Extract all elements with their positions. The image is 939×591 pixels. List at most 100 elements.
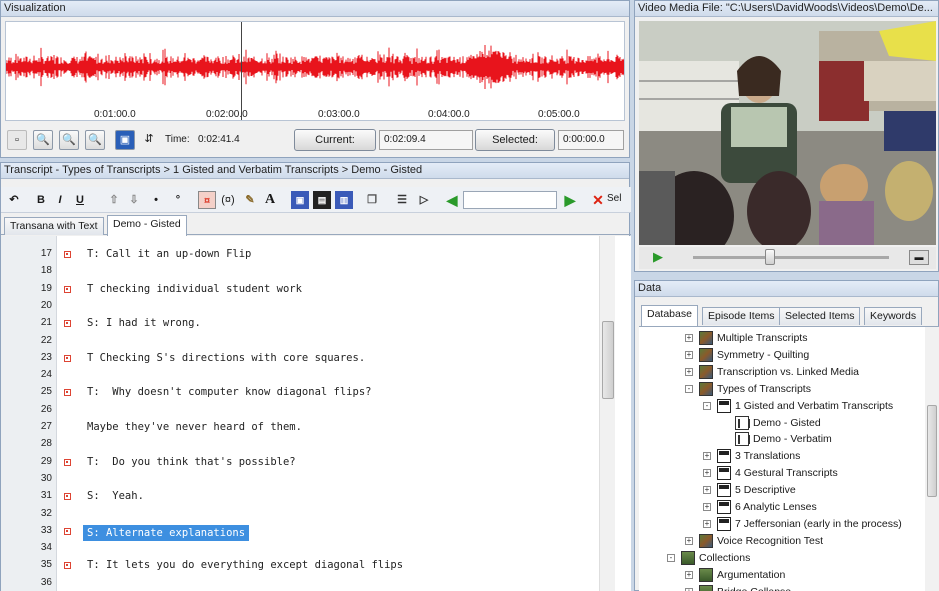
- transcript-line[interactable]: T: It lets you do everything except diag…: [87, 559, 403, 571]
- tree-node[interactable]: Demo - Verbatim: [639, 431, 923, 447]
- tree-scroll-thumb[interactable]: [927, 405, 937, 497]
- timecode-marker-icon[interactable]: [64, 251, 71, 258]
- falling-intonation-icon[interactable]: ⇩: [125, 191, 143, 209]
- play-icon[interactable]: ▶: [653, 250, 667, 264]
- video-position-slider[interactable]: [765, 249, 775, 265]
- expand-icon[interactable]: +: [703, 503, 711, 511]
- tab-keywords[interactable]: Keywords: [864, 307, 923, 325]
- tab-database[interactable]: Database: [641, 305, 698, 326]
- tree-node[interactable]: + Voice Recognition Test: [639, 533, 923, 549]
- timecode-marker-icon[interactable]: [64, 285, 71, 293]
- video-frame[interactable]: [639, 21, 936, 245]
- timecode-marker-icon[interactable]: [64, 354, 71, 362]
- transcript-line[interactable]: T Checking S's directions with core squa…: [87, 352, 365, 364]
- tree-node[interactable]: + Symmetry - Quilting: [639, 347, 923, 363]
- search-back-icon[interactable]: ◀: [443, 191, 461, 209]
- tree-node[interactable]: +7 Jeffersonian (early in the process): [639, 516, 923, 532]
- italic-icon[interactable]: I: [51, 191, 69, 209]
- tree-node[interactable]: +4 Gestural Transcripts: [639, 465, 923, 481]
- expand-icon[interactable]: +: [685, 334, 693, 342]
- transcript-pane: Transcript - Types of Transcripts > 1 Gi…: [0, 162, 631, 591]
- tree-node[interactable]: + Transcription vs. Linked Media: [639, 364, 923, 380]
- tab-episode-items[interactable]: Episode Items: [702, 307, 781, 325]
- timecode-marker-icon[interactable]: [64, 389, 71, 397]
- hidden-timecode-icon[interactable]: (¤): [219, 191, 237, 209]
- expand-icon[interactable]: +: [685, 367, 693, 376]
- tree-node[interactable]: + Argumentation: [639, 567, 923, 583]
- collapse-icon[interactable]: -: [703, 401, 711, 410]
- undo-icon[interactable]: ↶: [5, 191, 23, 209]
- media-icon[interactable]: ▣: [291, 191, 309, 209]
- timecode-marker-icon[interactable]: [64, 493, 71, 501]
- search-forward-icon[interactable]: ▶: [561, 191, 579, 209]
- expand-icon[interactable]: +: [703, 452, 711, 461]
- timecode-marker-icon[interactable]: [64, 562, 71, 570]
- current-button[interactable]: Current:: [294, 129, 376, 151]
- search-input[interactable]: [463, 191, 557, 209]
- expand-icon[interactable]: +: [685, 570, 693, 579]
- degree-icon[interactable]: °: [169, 191, 187, 209]
- filter-icon[interactable]: ▫: [7, 130, 27, 150]
- pencil-icon[interactable]: ✎: [241, 191, 259, 209]
- time-tick: 0:04:00.0: [428, 109, 470, 120]
- transcript-scrollbar[interactable]: [599, 236, 615, 591]
- transcript-scroll-thumb[interactable]: [602, 321, 614, 399]
- expand-icon[interactable]: +: [685, 350, 693, 359]
- refresh-icon[interactable]: ⇵: [139, 130, 159, 150]
- tree-node[interactable]: Demo - Gisted: [639, 415, 923, 431]
- bullet-icon[interactable]: •: [147, 191, 165, 209]
- font-icon[interactable]: A: [261, 191, 279, 209]
- selected-transcript-line[interactable]: S: Alternate explanations: [83, 524, 250, 541]
- zoom-out-icon[interactable]: 🔍: [59, 130, 79, 150]
- underline-icon[interactable]: U: [71, 191, 89, 209]
- timecode-marker-icon[interactable]: [64, 458, 71, 466]
- rising-intonation-icon[interactable]: ⇧: [105, 191, 123, 209]
- tree-node[interactable]: +3 Translations: [639, 448, 923, 464]
- zoom-in-icon[interactable]: 🔍: [33, 130, 53, 150]
- snapshot-icon[interactable]: ▬: [909, 250, 929, 265]
- tree-node[interactable]: +5 Descriptive: [639, 482, 923, 498]
- collapse-icon[interactable]: -: [685, 384, 693, 393]
- transcript-line[interactable]: T: Why doesn't computer know diagonal fl…: [87, 386, 371, 398]
- transcript-line[interactable]: T: Call it an up-down Flip: [87, 248, 251, 260]
- transcript-line[interactable]: T: Do you think that's possible?: [87, 456, 296, 468]
- transcript-line[interactable]: S: Yeah.: [87, 490, 144, 502]
- close-icon[interactable]: ✕: [589, 191, 607, 209]
- zoom-fit-icon[interactable]: 🔍: [85, 130, 105, 150]
- timecode-marker-icon[interactable]: [64, 527, 71, 535]
- video-position-track[interactable]: [693, 256, 889, 259]
- expand-icon[interactable]: +: [703, 469, 711, 478]
- multi-media-icon[interactable]: ▥: [335, 191, 353, 209]
- expand-icon[interactable]: +: [703, 486, 711, 495]
- expand-icon[interactable]: +: [685, 587, 693, 591]
- timecode-icon[interactable]: ¤: [198, 191, 216, 209]
- tree-node[interactable]: - 1 Gisted and Verbatim Transcripts: [639, 398, 923, 414]
- play-mode-icon[interactable]: ▷: [415, 191, 433, 209]
- save-icon[interactable]: ▣: [115, 130, 135, 150]
- transcript-line[interactable]: Maybe they've never heard of them.: [87, 421, 302, 433]
- tree-scrollbar[interactable]: [925, 327, 939, 591]
- selected-button[interactable]: Selected:: [475, 129, 555, 151]
- properties-icon[interactable]: ☰: [393, 191, 411, 209]
- expand-icon[interactable]: +: [685, 536, 693, 545]
- playback-cursor[interactable]: [241, 22, 242, 120]
- tree-node[interactable]: + Multiple Transcripts: [639, 330, 923, 346]
- transcript-line[interactable]: T checking individual student work: [87, 283, 302, 295]
- bold-icon[interactable]: B: [32, 191, 50, 209]
- transcript-editor[interactable]: 17 18 19 20 21 22 23 24 25 26 27 28 29 30 31 32 33 34 35 36…: [1, 236, 631, 591]
- expand-icon[interactable]: +: [703, 519, 711, 528]
- database-tree[interactable]: + Multiple Transcripts + Symmetry - Quiltin…: [639, 327, 939, 591]
- tree-node[interactable]: +6 Analytic Lenses: [639, 499, 923, 515]
- tree-node[interactable]: - Collections: [639, 550, 923, 566]
- waveform-area[interactable]: 0:01:00.0 0:02:00.0 0:03:00.0 0:04:00.0 …: [5, 21, 625, 121]
- copy-icon[interactable]: ❐: [363, 191, 381, 209]
- tab-selected-items[interactable]: Selected Items: [779, 307, 861, 325]
- tree-node[interactable]: - Types of Transcripts: [639, 381, 923, 397]
- tree-node[interactable]: + Bridge Collapse: [639, 584, 923, 591]
- collapse-icon[interactable]: -: [667, 553, 675, 562]
- tab-transana-with-text[interactable]: Transana with Text: [4, 217, 104, 235]
- timecode-marker-icon[interactable]: [64, 320, 71, 328]
- transcript-line[interactable]: S: I had it wrong.: [87, 317, 201, 329]
- film-icon[interactable]: ▤: [313, 191, 331, 209]
- tab-demo-gisted[interactable]: Demo - Gisted: [107, 215, 187, 236]
